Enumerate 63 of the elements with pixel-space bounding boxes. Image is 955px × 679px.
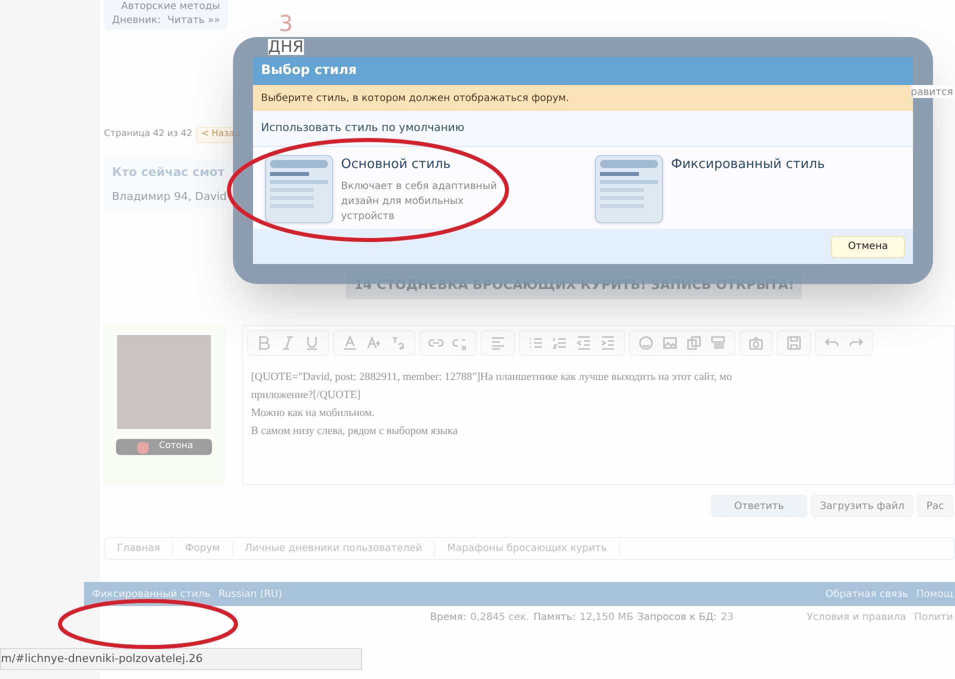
editor-text-line: [QUOTE="David, post: 2882911, member: 12788"]На планшетнике как лучше выходить на этот сайт, мо — [251, 370, 733, 385]
breadcrumb-link[interactable]: Форум — [173, 541, 233, 556]
outdent-icon[interactable] — [576, 335, 592, 351]
action-button[interactable]: Рас — [917, 495, 953, 517]
legal-link[interactable]: Условия и правила — [806, 610, 906, 624]
stat-label: Время: — [430, 610, 466, 624]
editor-text-line: приложение?[/QUOTE] — [251, 388, 362, 403]
stat-value: 0,2845 сек. — [470, 610, 530, 624]
style-preview-thumbnail — [595, 155, 663, 223]
read-link[interactable]: Читать »» — [168, 14, 220, 28]
diary-label: Дневник: — [112, 14, 161, 28]
font-icon[interactable] — [390, 335, 406, 351]
underline-icon[interactable] — [304, 335, 320, 351]
footer-link[interactable]: Помощ — [916, 586, 953, 602]
quote-icon[interactable] — [710, 335, 726, 351]
style-description: Включает в себя адаптивный дизайн для мобильных устройств — [341, 180, 498, 224]
like-text: равится — [910, 85, 953, 98]
devil-face-icon — [135, 439, 152, 455]
stat-label: Запросов к БД: — [637, 610, 717, 624]
editor-text-line: Можно как на мобильном. — [251, 406, 376, 421]
action-button[interactable]: Ответить — [711, 495, 807, 517]
stat-label: Память: — [533, 610, 576, 624]
editor[interactable]: [QUOTE="David, post: 2882911, member: 12788"]На планшетнике как лучше выходить на этот сайт, мо приложение?[/QUOTE] Можно как на мобильном. В самом низу слева, рядом с выбором языка — [242, 325, 955, 485]
text-color-icon[interactable] — [342, 335, 358, 351]
footer-link[interactable]: Фиксированный стиль — [92, 586, 210, 602]
day-count: 3 — [278, 14, 293, 36]
bullet-list-icon[interactable] — [528, 335, 544, 351]
cancel-button[interactable]: Отмена — [830, 236, 905, 258]
footer-link[interactable]: Russian (RU) — [218, 586, 282, 602]
numbered-list-icon[interactable] — [552, 335, 568, 351]
style-preview-thumbnail — [265, 155, 333, 223]
font-size-icon[interactable] — [366, 335, 382, 351]
style-name: Основной стиль — [341, 156, 452, 174]
italic-icon[interactable] — [280, 335, 296, 351]
legal-link[interactable]: Полити — [914, 610, 953, 624]
dialog-notice: Выберите стиль, в котором должен отображаться форум. — [253, 85, 913, 111]
breadcrumb-link[interactable]: Главная — [105, 541, 174, 556]
image-icon[interactable] — [662, 335, 678, 351]
smiley-icon[interactable] — [638, 335, 654, 351]
day-unit: ДНЯ — [268, 39, 304, 55]
camera-icon[interactable] — [748, 335, 764, 351]
bold-icon[interactable] — [256, 335, 272, 351]
indent-icon[interactable] — [600, 335, 616, 351]
breadcrumb-link[interactable]: Личные дневники пользователей — [232, 541, 436, 556]
style-option[interactable]: Основной стиль Включает в себя адаптивный дизайн для мобильных устройств — [253, 147, 583, 229]
save-icon[interactable] — [786, 335, 802, 351]
footer-link[interactable]: Обратная связь — [825, 586, 908, 602]
style-name: Фиксированный стиль — [671, 156, 825, 174]
stat-value: 23 — [720, 610, 734, 624]
status-url-tooltip: m/#lichnye-dnevniki-polzovatelej.26 — [0, 648, 362, 670]
page-counter: Страница 42 из 42 — [104, 128, 192, 142]
align-left-icon[interactable] — [490, 335, 506, 351]
user-rank-badge: Сотона — [116, 439, 212, 455]
dialog-title: Выбор стиля — [253, 57, 913, 85]
stat-value: 12,150 МБ — [580, 610, 634, 624]
editor-text-line: В самом низу слева, рядом с выбором языка — [251, 424, 459, 439]
sidebar-text: Авторские методы — [121, 0, 220, 14]
breadcrumb-link[interactable]: Марафоны бросающих курить — [435, 541, 620, 556]
default-style-link[interactable]: Использовать стиль по умолчанию — [253, 111, 913, 147]
viewers-title: Кто сейчас смот — [112, 164, 222, 181]
action-button[interactable]: Загрузить файл — [811, 495, 914, 517]
media-icon[interactable] — [686, 335, 702, 351]
style-option[interactable]: Фиксированный стиль — [583, 147, 913, 229]
